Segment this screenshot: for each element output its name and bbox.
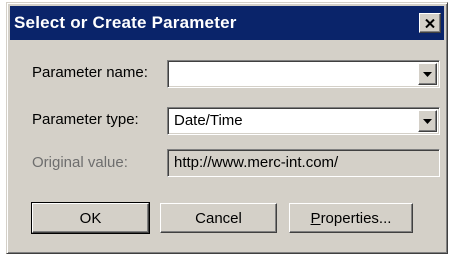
parameter-type-label: Parameter type: (32, 111, 139, 128)
original-value-field: http://www.merc-int.com/ (167, 149, 440, 177)
cancel-button-label: Cancel (195, 209, 242, 227)
properties-button-label: Properties... (310, 209, 392, 227)
dialog-title: Select or Create Parameter (14, 13, 237, 32)
parameter-type-combobox[interactable]: Date/Time (167, 107, 440, 135)
original-value-text: http://www.merc-int.com/ (174, 154, 339, 171)
parameter-name-combobox[interactable] (167, 60, 440, 88)
original-value-label: Original value: (32, 154, 128, 171)
title-bar: Select or Create Parameter (10, 6, 444, 40)
select-or-create-parameter-dialog: Select or Create Parameter Parameter nam… (6, 2, 448, 254)
properties-button[interactable]: Properties... (289, 203, 413, 233)
parameter-type-value[interactable]: Date/Time (174, 112, 243, 129)
ok-button-label: OK (79, 209, 102, 227)
parameter-name-dropdown-button[interactable] (418, 63, 437, 85)
parameter-type-dropdown-button[interactable] (418, 110, 437, 132)
cancel-button[interactable]: Cancel (160, 203, 277, 233)
parameter-name-label: Parameter name: (32, 64, 148, 81)
close-button[interactable] (419, 13, 441, 33)
close-icon (425, 18, 435, 28)
ok-button[interactable]: OK (31, 202, 150, 234)
chevron-down-icon (423, 71, 432, 77)
chevron-down-icon (423, 118, 432, 124)
